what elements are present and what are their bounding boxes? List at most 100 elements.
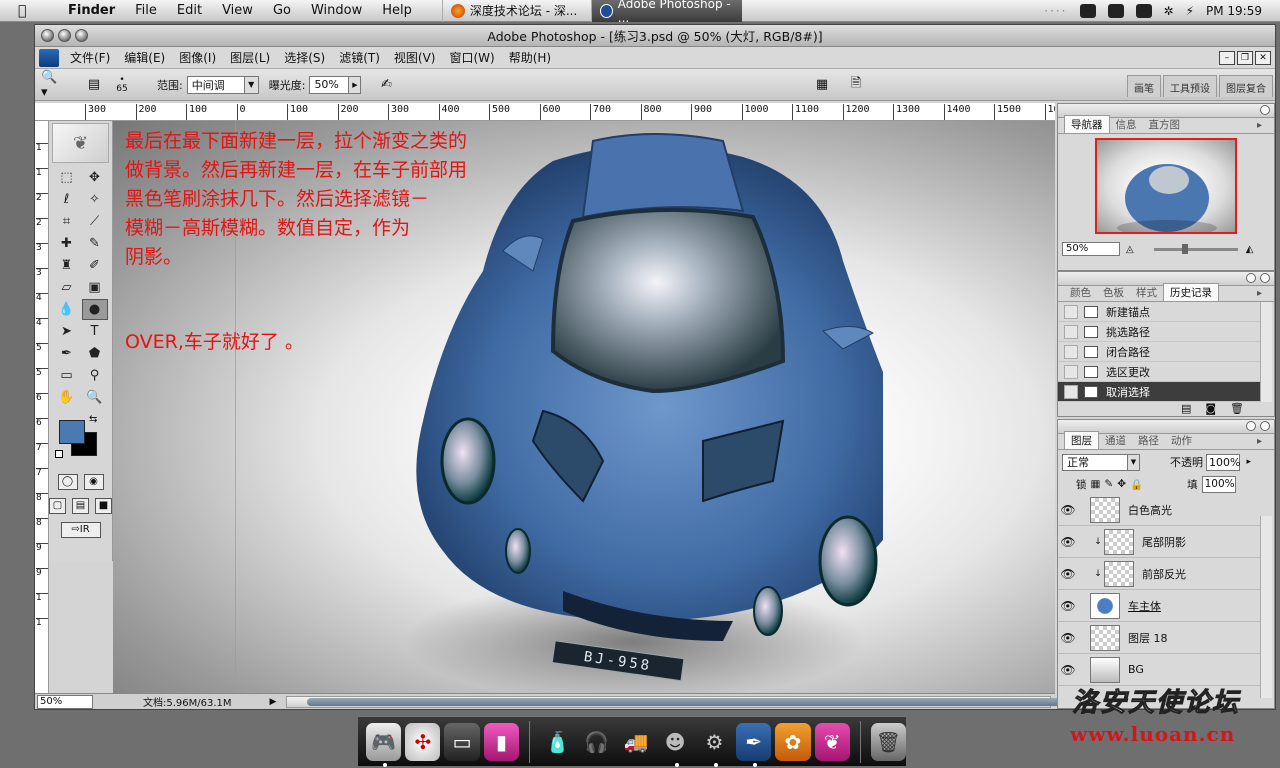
zoom-tool-icon[interactable]: 🔍 bbox=[82, 387, 108, 408]
horizontal-ruler[interactable]: 300 200 100 0 100 200 300 400 500 600 700 800 900 100… bbox=[35, 103, 1055, 121]
file-browser-icon[interactable]: 🗎 bbox=[845, 75, 867, 95]
tab-layers[interactable]: 图层 bbox=[1064, 431, 1099, 449]
ps-menu-view[interactable]: 视图(V) bbox=[387, 49, 443, 66]
mask-icon[interactable]: ☻ bbox=[658, 723, 693, 767]
shape-tool-icon[interactable]: ⬟ bbox=[82, 343, 108, 364]
layer-row[interactable]: 👁 ↓ 尾部阴影 bbox=[1058, 526, 1260, 558]
flower-icon[interactable]: ✿ bbox=[775, 722, 811, 761]
headphones-icon[interactable]: 🎧 bbox=[579, 723, 614, 761]
blend-mode-select[interactable]: 正常 ▼ bbox=[1062, 453, 1140, 471]
palette-tab-brushes[interactable]: 画笔 bbox=[1127, 75, 1161, 97]
apple-icon[interactable]:  bbox=[18, 3, 38, 19]
palette-menu-icon[interactable]: ▸ bbox=[1251, 119, 1268, 132]
menu-edit[interactable]: Edit bbox=[167, 3, 212, 18]
navigator-zoom-input[interactable]: 50% bbox=[1062, 242, 1120, 256]
menu-go[interactable]: Go bbox=[263, 3, 301, 18]
history-snapshot-checkbox[interactable] bbox=[1064, 384, 1078, 399]
quill-icon[interactable]: ✒ bbox=[736, 722, 772, 767]
history-item[interactable]: 闭合路径 bbox=[1058, 342, 1260, 362]
butterfly-icon[interactable]: ❦ bbox=[814, 722, 850, 761]
visibility-eye-icon[interactable]: 👁 bbox=[1058, 599, 1078, 613]
opacity-input[interactable]: 100% bbox=[1206, 453, 1251, 471]
tab-color[interactable]: 颜色 bbox=[1064, 284, 1097, 301]
history-snapshot-checkbox[interactable] bbox=[1064, 304, 1078, 319]
ps-menu-image[interactable]: 图像(I) bbox=[172, 49, 223, 66]
exposure-input[interactable]: 50% ▶ bbox=[309, 75, 362, 94]
brush-tool-icon[interactable]: ✎ bbox=[82, 233, 108, 254]
history-snapshot-checkbox[interactable] bbox=[1064, 344, 1078, 359]
document-canvas[interactable]: 最后在最下面新建一层，拉个渐变之类的 做背景。然后再新建一层，在车子前部用 黑色… bbox=[113, 121, 1055, 693]
menu-finder[interactable]: Finder bbox=[58, 3, 125, 18]
feather-logo-icon[interactable]: ❦ bbox=[52, 123, 109, 163]
fill-input[interactable]: 100% bbox=[1201, 475, 1236, 493]
blur-tool-icon[interactable]: 💧 bbox=[54, 299, 80, 320]
history-scrollbar[interactable] bbox=[1260, 302, 1272, 402]
marquee-tool-icon[interactable]: ⬚ bbox=[54, 167, 80, 188]
layer-row[interactable]: 👁 白色高光 bbox=[1058, 494, 1260, 526]
tab-paths[interactable]: 路径 bbox=[1132, 432, 1165, 449]
lock-all-icon[interactable]: 🔒 bbox=[1130, 478, 1143, 491]
zoom-in-icon[interactable]: ◭ bbox=[1246, 244, 1254, 255]
palette-tab-tool-presets[interactable]: 工具预设 bbox=[1163, 75, 1217, 97]
zoom-window-button[interactable] bbox=[75, 29, 88, 42]
monitor-icon[interactable]: ▭ bbox=[444, 722, 480, 761]
screen-mode-full-menu-icon[interactable]: ▤ bbox=[72, 498, 89, 514]
history-item[interactable]: 挑选路径 bbox=[1058, 322, 1260, 342]
navigator-thumbnail[interactable] bbox=[1095, 138, 1237, 234]
foreground-color-swatch[interactable] bbox=[59, 420, 85, 444]
layers-scrollbar[interactable] bbox=[1260, 516, 1272, 698]
tab-swatches[interactable]: 色板 bbox=[1097, 284, 1130, 301]
clone-stamp-tool-icon[interactable]: ♜ bbox=[54, 255, 80, 276]
gear-icon[interactable]: ⚙ bbox=[697, 723, 732, 767]
bluetooth-icon[interactable]: ✲ bbox=[1164, 4, 1174, 18]
vertical-ruler[interactable]: 1 1 2 2 3 3 4 4 5 5 6 6 7 7 8 8 9 9 1 1 bbox=[35, 121, 49, 693]
lasso-tool-icon[interactable]: ℓ bbox=[54, 189, 80, 210]
ps-menu-window[interactable]: 窗口(W) bbox=[442, 49, 501, 66]
brush-mode-icon[interactable]: ▤ bbox=[83, 75, 105, 95]
ps-menu-select[interactable]: 选择(S) bbox=[277, 49, 332, 66]
window-titlebar[interactable]: Adobe Photoshop - [练习3.psd @ 50% (大灯, RG… bbox=[35, 25, 1275, 47]
airbrush-icon[interactable]: ✍ bbox=[375, 75, 397, 95]
lock-transparency-icon[interactable]: ▦ bbox=[1091, 478, 1101, 490]
gamepad-icon[interactable]: 🎮 bbox=[366, 722, 402, 767]
history-item[interactable]: 选区更改 bbox=[1058, 362, 1260, 382]
compass-icon[interactable]: ✣ bbox=[405, 722, 441, 761]
menu-view[interactable]: View bbox=[212, 3, 263, 18]
horizontal-scrollbar[interactable] bbox=[286, 695, 1188, 708]
folder-icon[interactable]: ▮ bbox=[483, 722, 519, 761]
healing-brush-tool-icon[interactable]: ✚ bbox=[54, 233, 80, 254]
trash-icon[interactable]: 🗑 bbox=[1230, 402, 1244, 418]
move-tool-icon[interactable]: ✥ bbox=[82, 167, 108, 188]
trash-icon[interactable]: 🗑 bbox=[870, 722, 906, 761]
menu-file[interactable]: File bbox=[125, 3, 167, 18]
dodge-tool-preset-icon[interactable]: 🔍▾ bbox=[41, 70, 63, 100]
tab-styles[interactable]: 样式 bbox=[1130, 284, 1163, 301]
standard-mode-icon[interactable]: ◯ bbox=[57, 474, 78, 490]
visibility-eye-icon[interactable]: 👁 bbox=[1058, 503, 1078, 517]
range-select[interactable]: 中间调 ▼ bbox=[186, 75, 259, 94]
task-tab-forum[interactable]: 深度技术论坛 - 深... bbox=[441, 0, 592, 22]
history-snapshot-checkbox[interactable] bbox=[1064, 324, 1078, 339]
lock-position-icon[interactable]: ✥ bbox=[1117, 478, 1126, 490]
tab-navigator[interactable]: 导航器 bbox=[1064, 115, 1110, 133]
ps-menu-edit[interactable]: 编辑(E) bbox=[117, 49, 172, 66]
zoom-out-icon[interactable]: ◬ bbox=[1126, 244, 1134, 255]
photoshop-app-icon[interactable] bbox=[39, 48, 59, 67]
eyedropper-tool-icon[interactable]: ⚲ bbox=[82, 365, 108, 386]
dodge-tool-icon[interactable]: ● bbox=[81, 299, 108, 320]
navigator-zoom-slider[interactable] bbox=[1153, 243, 1238, 254]
brush-preset-picker[interactable]: • 65 bbox=[111, 75, 133, 95]
doc-minimize-button[interactable]: – bbox=[1219, 50, 1235, 65]
bottle-icon[interactable]: 🧴 bbox=[540, 723, 575, 761]
imageready-icon[interactable]: ⇨IR bbox=[60, 522, 101, 538]
minimize-window-button[interactable] bbox=[58, 29, 71, 42]
path-selection-tool-icon[interactable]: ➤ bbox=[54, 321, 80, 342]
ps-menu-filter[interactable]: 滤镜(T) bbox=[332, 49, 387, 66]
visibility-eye-icon[interactable]: 👁 bbox=[1058, 535, 1078, 549]
calendar-tray-icon[interactable] bbox=[1079, 3, 1096, 18]
lock-pixels-icon[interactable]: ✎ bbox=[1104, 478, 1113, 490]
gradient-tool-icon[interactable]: ▣ bbox=[82, 277, 108, 298]
status-zoom-input[interactable]: 50% bbox=[37, 694, 93, 709]
hand-tool-icon[interactable]: ✋ bbox=[54, 387, 80, 408]
palette-menu-icon[interactable]: ▸ bbox=[1251, 287, 1268, 300]
